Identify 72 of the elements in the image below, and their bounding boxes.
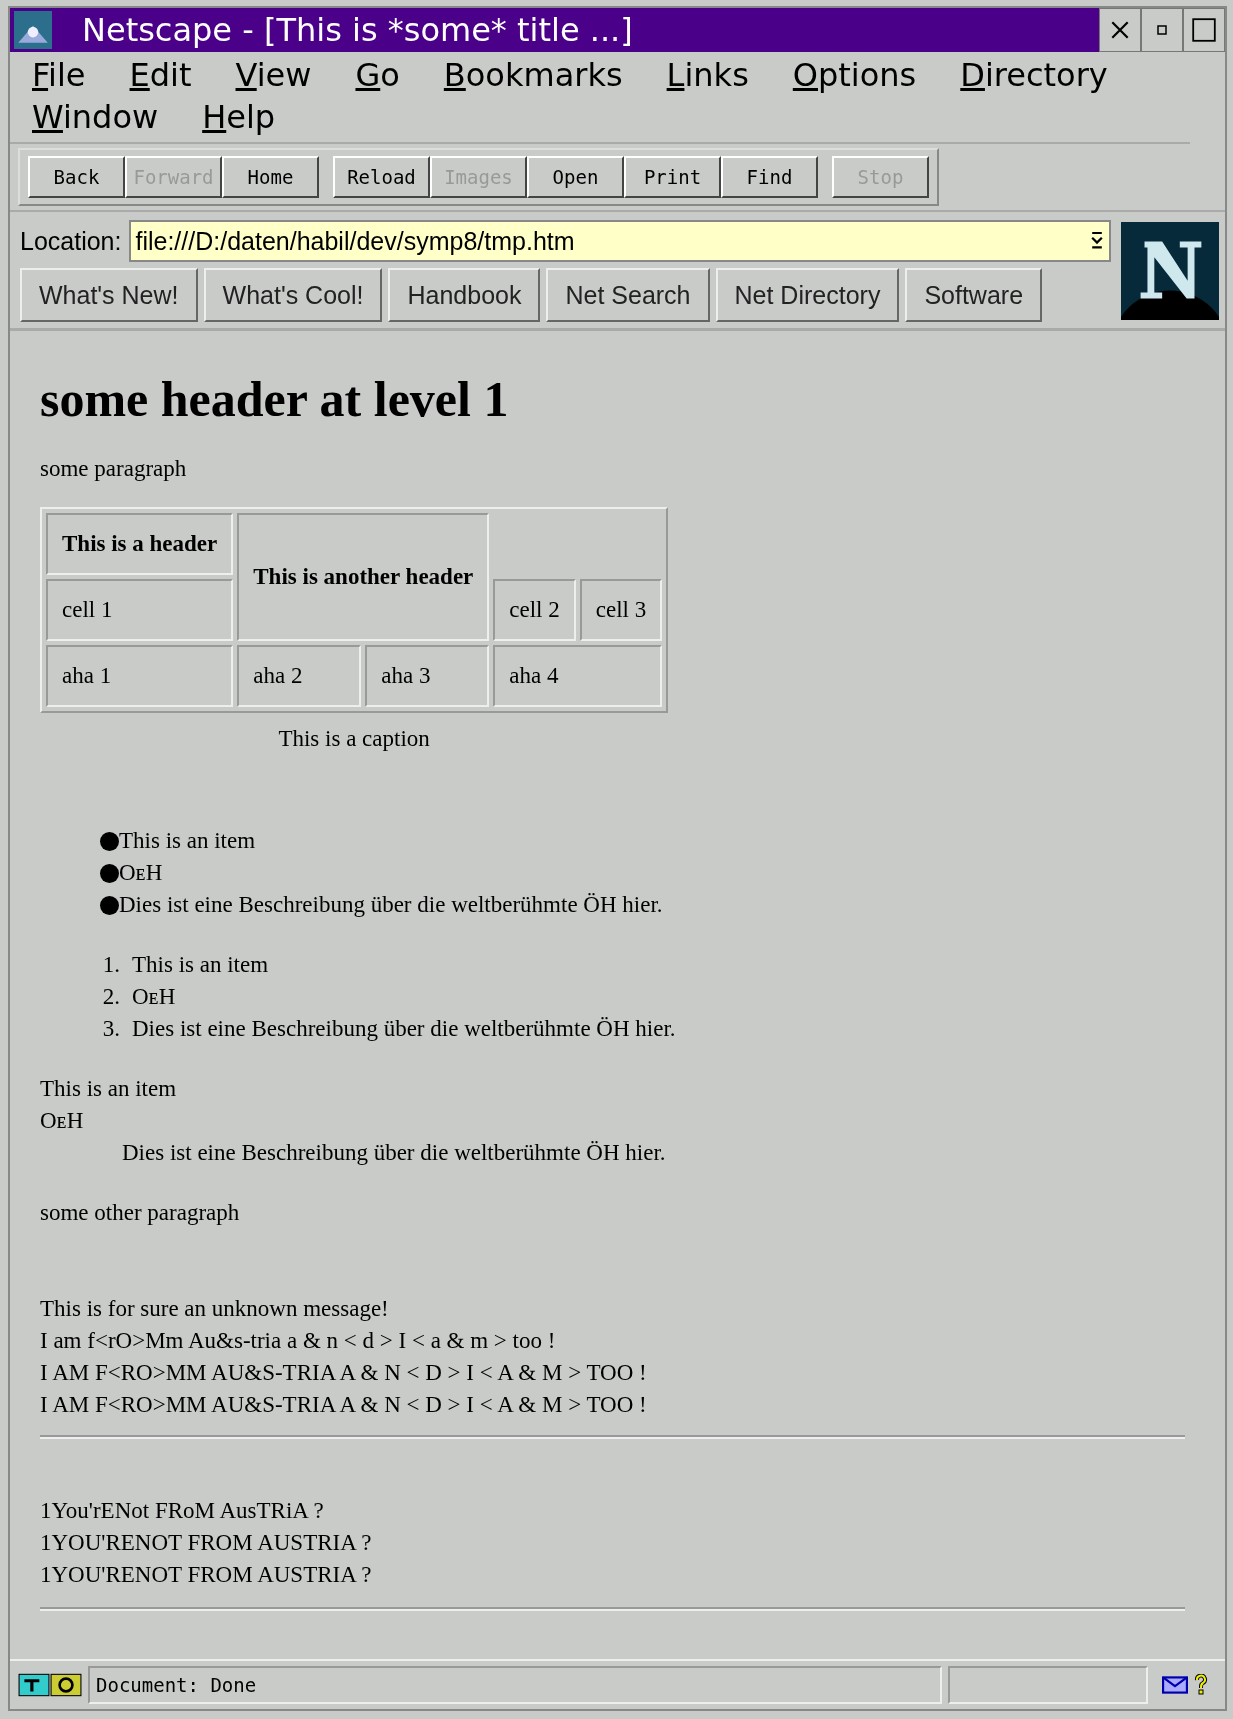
definition-term: This is an item [40, 1075, 178, 1103]
list-item: This is an item [132, 951, 269, 979]
toolbar-button[interactable]: Back [28, 156, 125, 198]
definition-text: Dies ist eine Beschreibung über die weltberühmte ÖH hier. [122, 1139, 667, 1167]
page-heading: some header at level 1 [40, 370, 510, 429]
security-icon [18, 1672, 82, 1698]
menu-item[interactable]: File [32, 56, 86, 94]
table-cell: cell 2 [493, 579, 576, 641]
bullet-icon [100, 895, 119, 915]
text-line: 1You'rENot FRoM AusTRiA ? [40, 1497, 325, 1525]
maximize-icon [1192, 18, 1216, 42]
directory-button[interactable]: Software [905, 268, 1043, 322]
table-header: This is another header [237, 513, 490, 641]
list-item: Dies ist eine Beschreibung über die weltberühmte ÖH hier. [119, 891, 663, 919]
bullet-icon [100, 831, 119, 851]
minimize-button[interactable] [1141, 8, 1183, 52]
list-item: Dies ist eine Beschreibung über die weltberühmte ÖH hier. [132, 1015, 676, 1043]
directory-button[interactable]: Net Directory [715, 268, 900, 322]
list-item: OᴇH [119, 859, 163, 887]
directory-button[interactable]: What's Cool! [203, 268, 383, 322]
app-icon [14, 11, 52, 49]
menu-item[interactable]: Links [666, 56, 749, 94]
table-cell: aha 4 [493, 645, 663, 707]
list-number: 1. [101, 951, 120, 979]
menu-item[interactable]: View [235, 56, 312, 94]
text-line: 1YOU'RENOT FROM AUSTRIA ? [40, 1529, 373, 1557]
toolbar-button[interactable]: Reload [333, 156, 430, 198]
question-icon[interactable] [1194, 1674, 1208, 1696]
list-item: This is an item [119, 827, 256, 855]
list-number: 3. [101, 1015, 120, 1043]
paragraph: some other paragraph [40, 1199, 241, 1227]
minimize-icon [1157, 25, 1167, 35]
text-line: 1YOU'RENOT FROM AUSTRIA ? [40, 1561, 373, 1589]
menu-item[interactable]: Bookmarks [443, 56, 623, 94]
table-caption: This is a caption [277, 725, 431, 753]
table-cell: aha 3 [365, 645, 490, 707]
menu-item[interactable]: Options [792, 56, 917, 94]
close-button[interactable] [1099, 8, 1141, 52]
menu-item[interactable]: Help [202, 98, 276, 136]
menu-item[interactable]: Window [32, 98, 159, 136]
paragraph: some paragraph [40, 455, 188, 483]
close-icon [1109, 19, 1131, 41]
menu-item[interactable]: Directory [960, 56, 1108, 94]
table-cell: cell 3 [579, 579, 663, 641]
toolbar-button[interactable]: Open [527, 156, 624, 198]
directory-button[interactable]: Net Search [546, 268, 710, 322]
table-cell: cell 1 [46, 579, 234, 641]
location-label: Location: [20, 226, 122, 256]
bullet-icon [100, 863, 119, 883]
text-line: I am f<rO>Mm Au&s-tria a & n < d > I < a & m > too ! [40, 1327, 557, 1355]
toolbar-button[interactable]: Print [624, 156, 721, 198]
table-cell: aha 1 [46, 645, 234, 707]
definition-term: OᴇH [40, 1107, 85, 1135]
table-header: This is a header [46, 513, 234, 575]
menu-item[interactable]: Edit [129, 56, 192, 94]
table-cell: aha 2 [237, 645, 362, 707]
list-number: 2. [101, 983, 120, 1011]
text-line: I AM F<RO>MM AU&S-TRIA A & N < D > I < A & M > TOO ! [40, 1391, 648, 1419]
text-line: I AM F<RO>MM AU&S-TRIA A & N < D > I < A & M > TOO ! [40, 1359, 648, 1387]
directory-button[interactable]: Handbook [388, 268, 541, 322]
status-text: Document: Done [88, 1666, 942, 1704]
location-field[interactable]: file:///D:/daten/habil/dev/symp8/tmp.htm [129, 220, 1111, 262]
menu-item[interactable]: Go [355, 56, 400, 94]
text-line: This is for sure an unknown message! [40, 1295, 390, 1323]
n-logo-icon [1121, 222, 1219, 320]
list-item: OᴇH [132, 983, 176, 1011]
toolbar-button[interactable]: Home [222, 156, 319, 198]
directory-button[interactable]: What's New! [20, 268, 198, 322]
mail-icon[interactable] [1162, 1675, 1188, 1695]
window-title: Netscape - [This is *some* title ...] [82, 11, 634, 49]
maximize-button[interactable] [1183, 8, 1225, 52]
toolbar-button[interactable]: Find [721, 156, 818, 198]
